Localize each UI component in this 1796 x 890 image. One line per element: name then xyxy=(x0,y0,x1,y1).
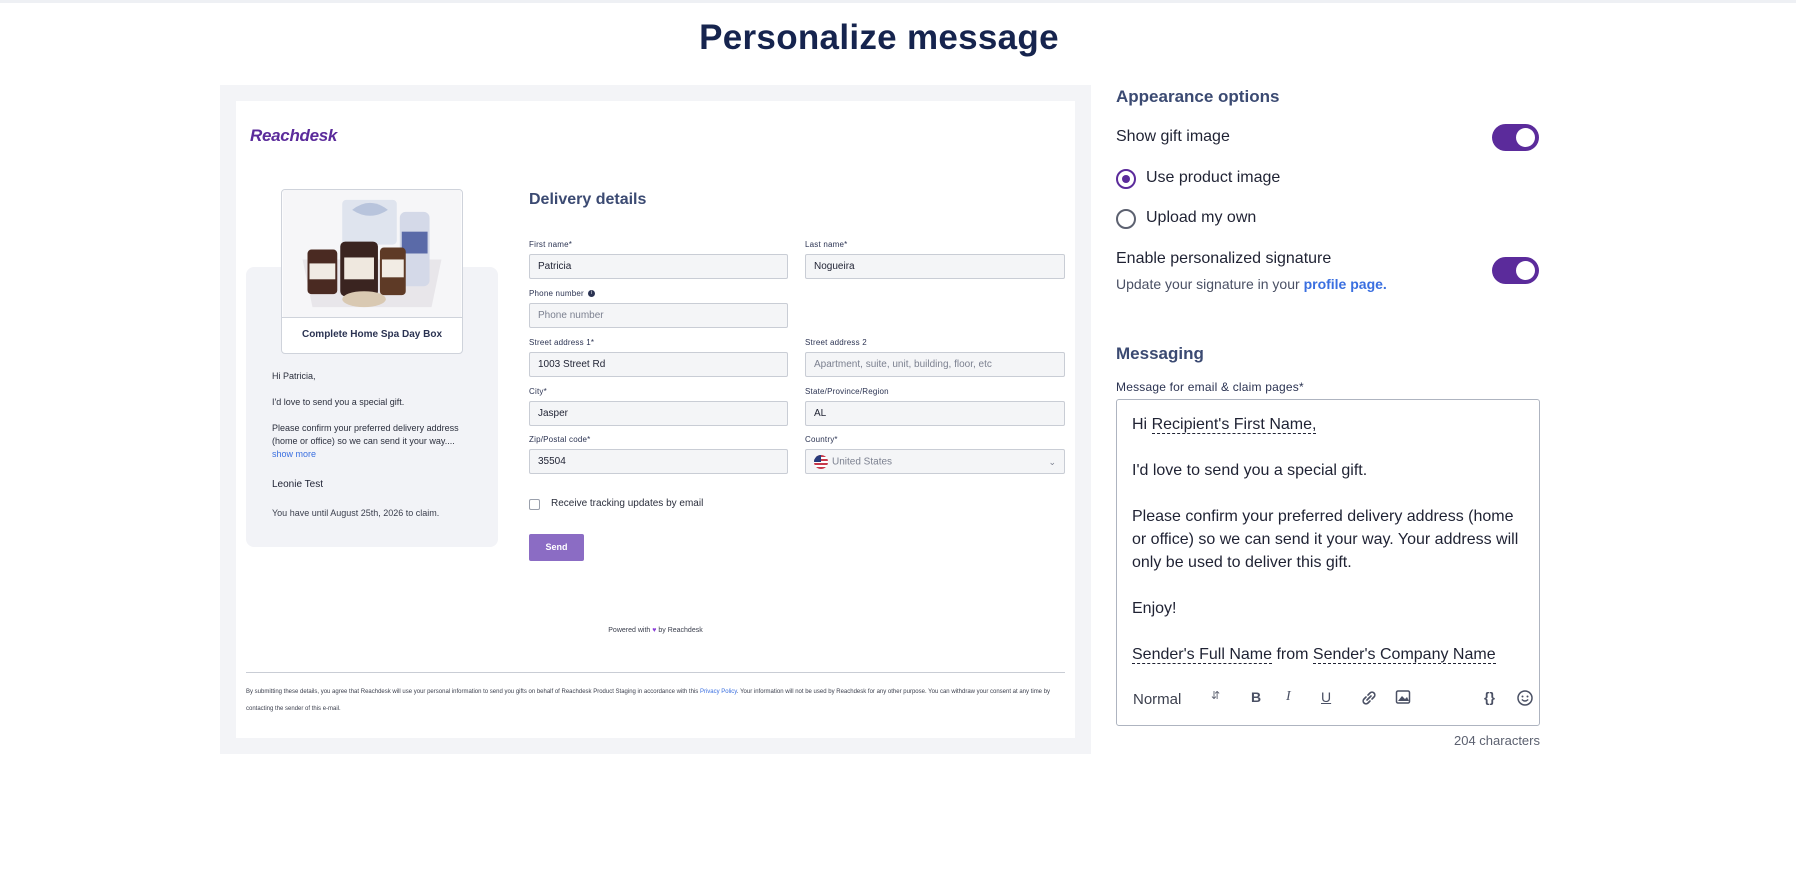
preview-message-line: Please confirm your preferred delivery a… xyxy=(272,423,459,446)
messaging-title: Messaging xyxy=(1116,344,1204,363)
footer-divider xyxy=(246,672,1065,673)
tracking-checkbox-label: Receive tracking updates by email xyxy=(551,498,704,509)
show-gift-image-toggle[interactable] xyxy=(1492,124,1539,151)
city-input[interactable]: Jasper xyxy=(529,401,788,426)
profile-page-link[interactable]: profile page. xyxy=(1304,276,1387,292)
gift-product-image xyxy=(282,190,462,318)
powered-by: Powered with ♥ by Reachdesk xyxy=(236,627,1075,634)
tracking-checkbox[interactable] xyxy=(529,499,540,510)
reachdesk-logo: Reachdesk xyxy=(250,126,338,145)
zip-input[interactable]: 35504 xyxy=(529,449,788,474)
state-input[interactable]: AL xyxy=(805,401,1065,426)
first-name-input[interactable]: Patricia xyxy=(529,254,788,279)
character-count: 204 characters xyxy=(1454,733,1540,748)
message-line: Please confirm your preferred delivery a… xyxy=(1132,508,1519,571)
link-icon[interactable] xyxy=(1360,689,1378,710)
page-title: Personalize message xyxy=(699,18,1059,57)
claim-page-preview: Reachdesk Complete Home Spa Day Box Hi P… xyxy=(220,85,1091,754)
top-divider xyxy=(0,0,1796,3)
recipient-first-name-token[interactable]: Recipient's First Name, xyxy=(1151,416,1317,434)
signature-hint-text: Update your signature in your xyxy=(1116,276,1300,292)
phone-input[interactable]: Phone number xyxy=(529,303,788,328)
format-select-arrows-icon: ⇵ xyxy=(1211,690,1221,702)
message-field-label: Message for email & claim pages* xyxy=(1116,380,1304,394)
gift-card: Complete Home Spa Day Box xyxy=(281,189,463,354)
company-name-token[interactable]: Sender's Company Name xyxy=(1312,646,1496,664)
phone-label-text: Phone number xyxy=(529,289,584,298)
us-flag-icon xyxy=(814,455,828,469)
show-more-link[interactable]: show more xyxy=(272,448,472,461)
street2-label: Street address 2 xyxy=(805,338,867,347)
preview-card: Reachdesk Complete Home Spa Day Box Hi P… xyxy=(236,101,1075,738)
delivery-details-title: Delivery details xyxy=(529,191,647,208)
italic-icon[interactable]: I xyxy=(1286,689,1291,705)
signature-toggle[interactable] xyxy=(1492,257,1539,284)
message-line: I'd love to send you a special gift. xyxy=(1132,462,1368,479)
powered-prefix: Powered with xyxy=(608,627,651,634)
braces-icon[interactable]: {} xyxy=(1484,689,1495,705)
info-icon[interactable]: i xyxy=(587,290,595,298)
street1-input[interactable]: 1003 Street Rd xyxy=(529,352,788,377)
first-name-label: First name* xyxy=(529,240,573,249)
message-editor[interactable]: Hi Recipient's First Name, I'd love to s… xyxy=(1116,399,1540,726)
use-product-image-label[interactable]: Use product image xyxy=(1146,169,1280,187)
country-value: United States xyxy=(832,456,893,468)
appearance-options-title: Appearance options xyxy=(1116,87,1280,106)
state-label: State/Province/Region xyxy=(805,387,889,396)
preview-message-line: Hi Patricia, xyxy=(272,371,316,381)
claim-deadline: You have until August 25th, 2026 to clai… xyxy=(272,508,440,518)
message-editor-text[interactable]: Hi Recipient's First Name, I'd love to s… xyxy=(1132,413,1528,689)
underline-icon[interactable]: U xyxy=(1321,689,1331,705)
powered-suffix: by Reachdesk xyxy=(658,627,703,634)
country-label: Country* xyxy=(805,435,838,444)
sender-name-token[interactable]: Sender's Full Name xyxy=(1132,646,1272,664)
preview-message: Hi Patricia, I'd love to send you a spec… xyxy=(272,370,472,475)
country-select[interactable]: United States ⌄ xyxy=(805,449,1065,474)
upload-own-label[interactable]: Upload my own xyxy=(1146,209,1256,227)
disclaimer-text: By submitting these details, you agree t… xyxy=(246,689,699,695)
preview-sender-name: Leonie Test xyxy=(272,479,323,490)
phone-label: Phone number i xyxy=(529,289,595,298)
heart-icon: ♥ xyxy=(652,627,657,634)
last-name-label: Last name* xyxy=(805,240,848,249)
use-product-image-radio[interactable] xyxy=(1116,169,1136,189)
send-button[interactable]: Send xyxy=(529,534,584,561)
format-select[interactable]: Normal xyxy=(1133,691,1181,708)
chevron-down-icon: ⌄ xyxy=(1048,457,1056,467)
gift-name: Complete Home Spa Day Box xyxy=(301,329,443,340)
enable-signature-label: Enable personalized signature xyxy=(1116,250,1332,267)
editor-toolbar: Normal ⇵ B I U {} xyxy=(1133,689,1533,711)
city-label: City* xyxy=(529,387,547,396)
image-icon[interactable] xyxy=(1395,689,1411,708)
message-line: Enjoy! xyxy=(1132,600,1177,617)
bold-icon[interactable]: B xyxy=(1251,689,1261,705)
signature-hint: Update your signature in your profile pa… xyxy=(1116,276,1387,292)
upload-own-radio[interactable] xyxy=(1116,209,1136,229)
consent-disclaimer: By submitting these details, you agree t… xyxy=(246,684,1068,718)
show-gift-image-label: Show gift image xyxy=(1116,128,1230,145)
street1-label: Street address 1* xyxy=(529,338,595,347)
preview-message-line: I'd love to send you a special gift. xyxy=(272,397,405,407)
last-name-input[interactable]: Nogueira xyxy=(805,254,1065,279)
zip-label: Zip/Postal code* xyxy=(529,435,591,444)
privacy-policy-link[interactable]: Privacy Policy xyxy=(700,689,737,695)
from-word: from xyxy=(1276,646,1309,663)
greeting-word: Hi xyxy=(1132,416,1148,433)
emoji-icon[interactable] xyxy=(1516,689,1534,710)
street2-input[interactable]: Apartment, suite, unit, building, floor,… xyxy=(805,352,1065,377)
